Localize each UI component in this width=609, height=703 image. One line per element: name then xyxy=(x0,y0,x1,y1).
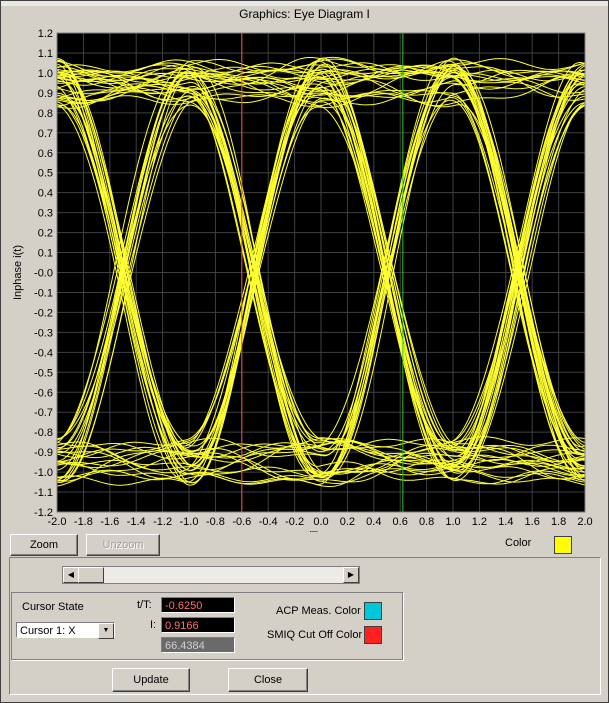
y-tick-label: 0.5 xyxy=(38,168,53,180)
y-tick-label: -0.1 xyxy=(34,287,53,299)
x-tick-label: 1.4 xyxy=(498,516,513,528)
x-tick-label: 1.2 xyxy=(472,516,487,528)
x-tick-label: -0.6 xyxy=(232,516,251,528)
y-axis-label: Inphase i(t) xyxy=(12,245,24,300)
x-tick-label: -0.8 xyxy=(206,516,225,528)
extra-value-field: 66.4384 xyxy=(161,637,235,653)
y-tick-label: -0.6 xyxy=(34,387,53,399)
y-tick-label: 0.4 xyxy=(38,188,53,200)
y-tick-label: -0.8 xyxy=(34,427,53,439)
y-tick-label: 0.6 xyxy=(38,148,53,160)
x-tick-label: -1.6 xyxy=(100,516,119,528)
acp-color-swatch[interactable] xyxy=(364,602,382,620)
y-tick-label: 0.3 xyxy=(38,208,53,220)
x-axis-label: t/Tsym xyxy=(305,530,337,532)
x-tick-label: 2.0 xyxy=(577,516,592,528)
unzoom-button[interactable]: Unzoom xyxy=(86,534,160,556)
plot-panel: -2.0 -1.8 -1.6 -1.4 -1.2 -1.0 -0.8 -0.6 -0.4 -0.2… xyxy=(9,22,599,542)
y-tick-label: -0.2 xyxy=(34,307,53,319)
x-tick-label: 1.0 xyxy=(445,516,460,528)
y-tick-label: 1.1 xyxy=(38,48,53,60)
color-label: Color xyxy=(505,537,532,549)
chevron-down-icon[interactable]: ▼ xyxy=(98,623,114,639)
x-tick-label: 1.6 xyxy=(525,516,540,528)
t-label: t/T: xyxy=(137,599,152,611)
y-tick-label: -0.3 xyxy=(34,327,53,339)
x-tick-label: 0.4 xyxy=(366,516,381,528)
y-tick-label: -0.7 xyxy=(34,407,53,419)
y-tick-label: -0.9 xyxy=(34,447,53,459)
scroll-right-icon[interactable]: ▶ xyxy=(343,567,359,583)
y-tick-label: 0.9 xyxy=(38,88,53,100)
y-tick-label: -0.5 xyxy=(34,367,53,379)
x-tick-label: -1.2 xyxy=(153,516,172,528)
trace-color-swatch[interactable] xyxy=(554,536,572,554)
x-tick-label: -0.4 xyxy=(259,516,278,528)
y-tick-label: 0.8 xyxy=(38,108,53,120)
x-tick-label: 0.8 xyxy=(419,516,434,528)
y-tick-label: -1.0 xyxy=(34,467,53,479)
y-tick-label: 0.7 xyxy=(38,128,53,140)
x-tick-label: -1.0 xyxy=(180,516,199,528)
cursor-state-label: Cursor State xyxy=(22,601,84,613)
y-tick-label: -0.4 xyxy=(34,347,53,359)
x-tick-label: -1.4 xyxy=(127,516,146,528)
y-tick-label: 0.1 xyxy=(38,248,53,260)
eye-diagram-chart[interactable]: -2.0 -1.8 -1.6 -1.4 -1.2 -1.0 -0.8 -0.6 -0.4 -0.2… xyxy=(9,22,599,542)
cursor-select-value: Cursor 1: X xyxy=(20,625,76,637)
y-tick-label: -0.0 xyxy=(34,268,53,280)
y-tick-label: 0.2 xyxy=(38,228,53,240)
x-tick-label: 0.2 xyxy=(340,516,355,528)
t-value-field: -0.6250 xyxy=(161,597,235,613)
smiq-color-label: SMIQ Cut Off Color xyxy=(267,629,363,641)
close-button[interactable]: Close xyxy=(228,668,308,692)
y-tick-label: 1.2 xyxy=(38,28,53,40)
update-button[interactable]: Update xyxy=(112,668,190,692)
scroll-left-icon[interactable]: ◀ xyxy=(63,567,79,583)
window-title: Graphics: Eye Diagram I xyxy=(239,7,370,21)
scroll-thumb[interactable] xyxy=(78,567,104,583)
i-value-field: 0.9166 xyxy=(161,617,235,633)
y-tick-label: -1.1 xyxy=(34,487,53,499)
acp-color-label: ACP Meas. Color xyxy=(276,605,361,617)
y-tick-label: 1.0 xyxy=(38,68,53,80)
y-tick-label: -1.2 xyxy=(34,507,53,519)
zoom-button[interactable]: Zoom xyxy=(10,534,78,556)
cursor-select[interactable]: Cursor 1: X ▼ xyxy=(16,622,115,639)
x-tick-label: 0.6 xyxy=(393,516,408,528)
horizontal-scrollbar[interactable]: ◀ ▶ xyxy=(62,566,360,584)
x-tick-label: 1.8 xyxy=(551,516,566,528)
x-tick-label: 0.0 xyxy=(313,516,328,528)
x-tick-label: -0.2 xyxy=(285,516,304,528)
x-tick-label: -1.8 xyxy=(74,516,93,528)
smiq-color-swatch[interactable] xyxy=(364,626,382,644)
i-label: I: xyxy=(150,619,157,631)
